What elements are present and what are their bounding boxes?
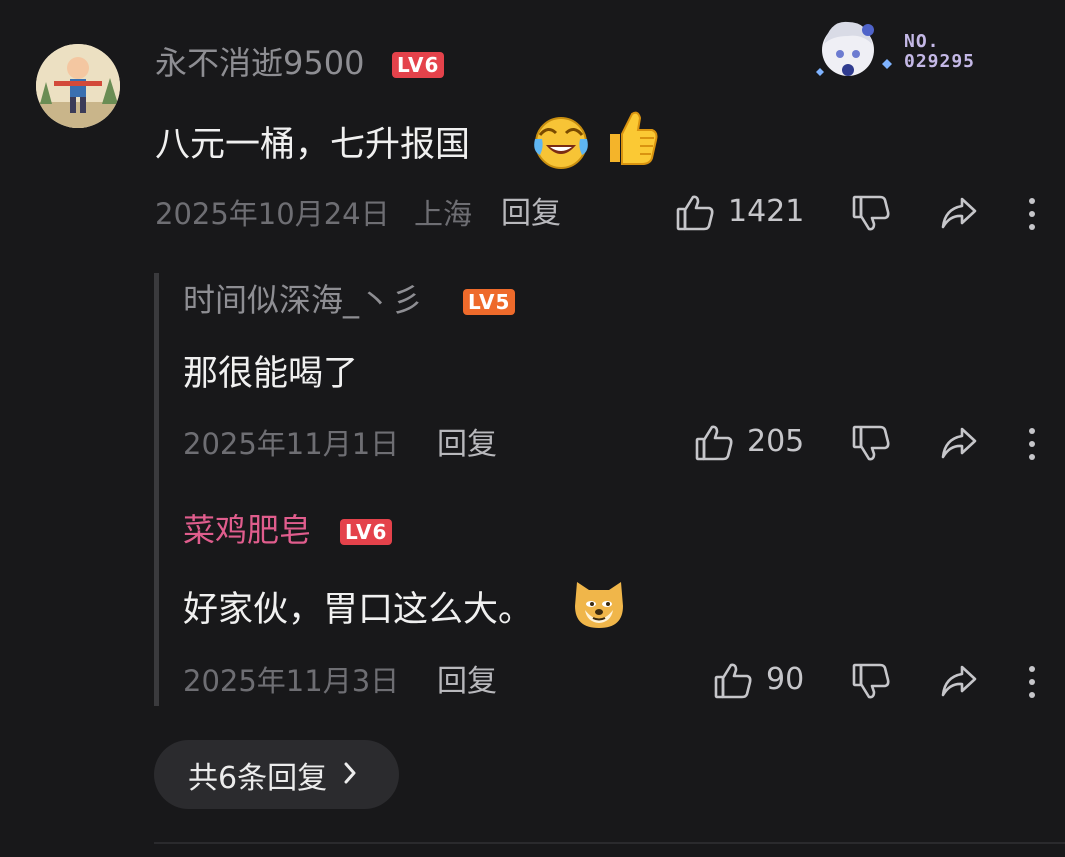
like-count: 90	[766, 662, 805, 697]
dislike-icon[interactable]	[851, 423, 891, 463]
dislike-icon[interactable]	[851, 661, 891, 701]
fan-badge-icon	[810, 14, 902, 88]
laughing-crying-emoji-icon	[532, 113, 590, 171]
level-badge: LV6	[392, 52, 445, 78]
reply-username[interactable]: 菜鸡肥皂	[183, 514, 311, 546]
comment-date: 2025年10月24日	[155, 197, 390, 231]
view-more-replies-label: 共6条回复	[188, 760, 328, 796]
share-icon[interactable]	[940, 195, 978, 231]
avatar[interactable]	[36, 44, 120, 128]
reply-date: 2025年11月3日	[183, 664, 400, 698]
like-count: 1421	[728, 194, 805, 229]
like-icon[interactable]	[675, 193, 715, 233]
view-more-replies-button[interactable]: 共6条回复	[154, 740, 399, 809]
reply-text: 好家伙，胃口这么大。	[183, 590, 534, 630]
like-count: 205	[747, 424, 805, 459]
comment-location: 上海	[414, 197, 473, 231]
chevron-right-icon	[343, 761, 357, 789]
reply-thread-line	[154, 273, 159, 706]
level-badge: LV5	[463, 289, 516, 315]
like-icon[interactable]	[694, 423, 734, 463]
dislike-icon[interactable]	[851, 193, 891, 233]
divider	[154, 842, 1065, 844]
share-icon[interactable]	[940, 663, 978, 699]
reply-button[interactable]: 回复	[437, 667, 497, 697]
badge-no-label: NO.	[904, 31, 940, 52]
share-icon[interactable]	[940, 425, 978, 461]
more-options-icon[interactable]	[1024, 664, 1040, 700]
comment-text: 八元一桶，七升报国	[155, 125, 471, 165]
reply-text: 那很能喝了	[183, 354, 359, 394]
reply-button[interactable]: 回复	[501, 199, 561, 229]
more-options-icon[interactable]	[1024, 426, 1040, 462]
doge-emoji-icon	[571, 576, 627, 632]
reply-username[interactable]: 时间似深海_丶彡	[183, 284, 423, 316]
badge-no-value: 029295	[904, 51, 976, 72]
like-icon[interactable]	[713, 661, 753, 701]
reply-button[interactable]: 回复	[437, 430, 497, 460]
level-badge: LV6	[340, 519, 393, 545]
more-options-icon[interactable]	[1024, 196, 1040, 232]
comment-username[interactable]: 永不消逝9500	[155, 47, 364, 79]
reply-date: 2025年11月1日	[183, 427, 400, 461]
thumbs-up-emoji-icon	[604, 108, 660, 166]
